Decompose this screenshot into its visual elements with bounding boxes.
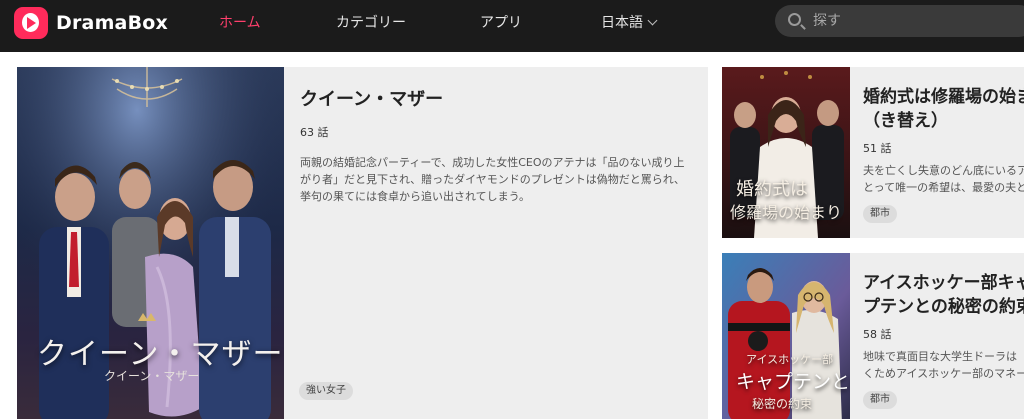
nav-home[interactable]: ホーム <box>219 12 261 32</box>
logo[interactable]: DramaBox <box>14 6 168 40</box>
nav-app[interactable]: アプリ <box>480 12 522 32</box>
poster-subtitle: クイーン・マザー <box>104 369 200 383</box>
search-input[interactable] <box>813 10 1013 32</box>
description-line: くためアイスホッケー部のマネー <box>863 367 1024 380</box>
drama-card[interactable]: アイスホッケー部 キャプテンとの 秘密の約束 アイスホッケー部キャプテンとの秘密… <box>722 253 1024 419</box>
episode-count: 51 話 <box>863 142 892 155</box>
drama-card[interactable]: 婚約式は 修羅場の始まり 婚約式は修羅場の始まり（き替え） 51 話 夫を亡くし… <box>722 67 1024 238</box>
featured-title[interactable]: クイーン・マザー <box>300 85 443 111</box>
drama-title[interactable]: 婚約式は修羅場の始まり（き替え） <box>863 85 1024 133</box>
search-icon <box>788 13 801 26</box>
drama-description: 地味で真面目な大学生ドーラは くためアイスホッケー部のマネー <box>863 348 1024 382</box>
drama-poster[interactable]: アイスホッケー部 キャプテンとの 秘密の約束 <box>722 253 850 419</box>
featured-drama-card[interactable]: クイーン・マザー クイーン・マザー クイーン・マザー 63 話 両親の結婚記念パ… <box>17 67 708 419</box>
episode-count: 58 話 <box>863 328 892 341</box>
genre-tag[interactable]: 都市 <box>863 391 897 409</box>
description-line: とって唯一の希望は、最愛の夫と <box>863 181 1024 194</box>
poster-title-line: キャプテンとの <box>736 371 850 393</box>
language-selector[interactable]: 日本語 <box>601 12 658 32</box>
poster-title-line: 秘密の約束 <box>752 397 813 411</box>
featured-poster[interactable]: クイーン・マザー クイーン・マザー <box>17 67 284 419</box>
top-nav: DramaBox ホーム カテゴリー アプリ 日本語 <box>0 0 1024 52</box>
play-logo-icon <box>14 7 48 39</box>
drama-description: 夫を亡くし失意のどん底にいるア とって唯一の希望は、最愛の夫と <box>863 162 1024 196</box>
drama-title[interactable]: アイスホッケー部キャプテンとの秘密の約束 <box>863 271 1024 319</box>
search-box[interactable] <box>775 5 1024 37</box>
genre-tag[interactable]: 都市 <box>863 205 897 223</box>
genre-tag[interactable]: 強い女子 <box>299 382 353 400</box>
poster-title-line: 修羅場の始まり <box>730 203 843 222</box>
poster-title-line: アイスホッケー部 <box>746 353 834 366</box>
language-label: 日本語 <box>601 15 643 31</box>
description-line: 夫を亡くし失意のどん底にいるア <box>863 164 1024 177</box>
drama-poster[interactable]: 婚約式は 修羅場の始まり <box>722 67 850 238</box>
description-line: 地味で真面目な大学生ドーラは <box>863 350 1017 363</box>
nav-category[interactable]: カテゴリー <box>336 12 406 32</box>
poster-title-line: 婚約式は <box>736 179 808 200</box>
chevron-down-icon <box>647 15 658 25</box>
featured-episode-count: 63 話 <box>300 126 329 139</box>
logo-text: DramaBox <box>56 12 168 34</box>
featured-description: 両親の結婚記念パーティーで、成功した女性CEOのアテナは「品のない成り上がり者」… <box>300 156 685 203</box>
